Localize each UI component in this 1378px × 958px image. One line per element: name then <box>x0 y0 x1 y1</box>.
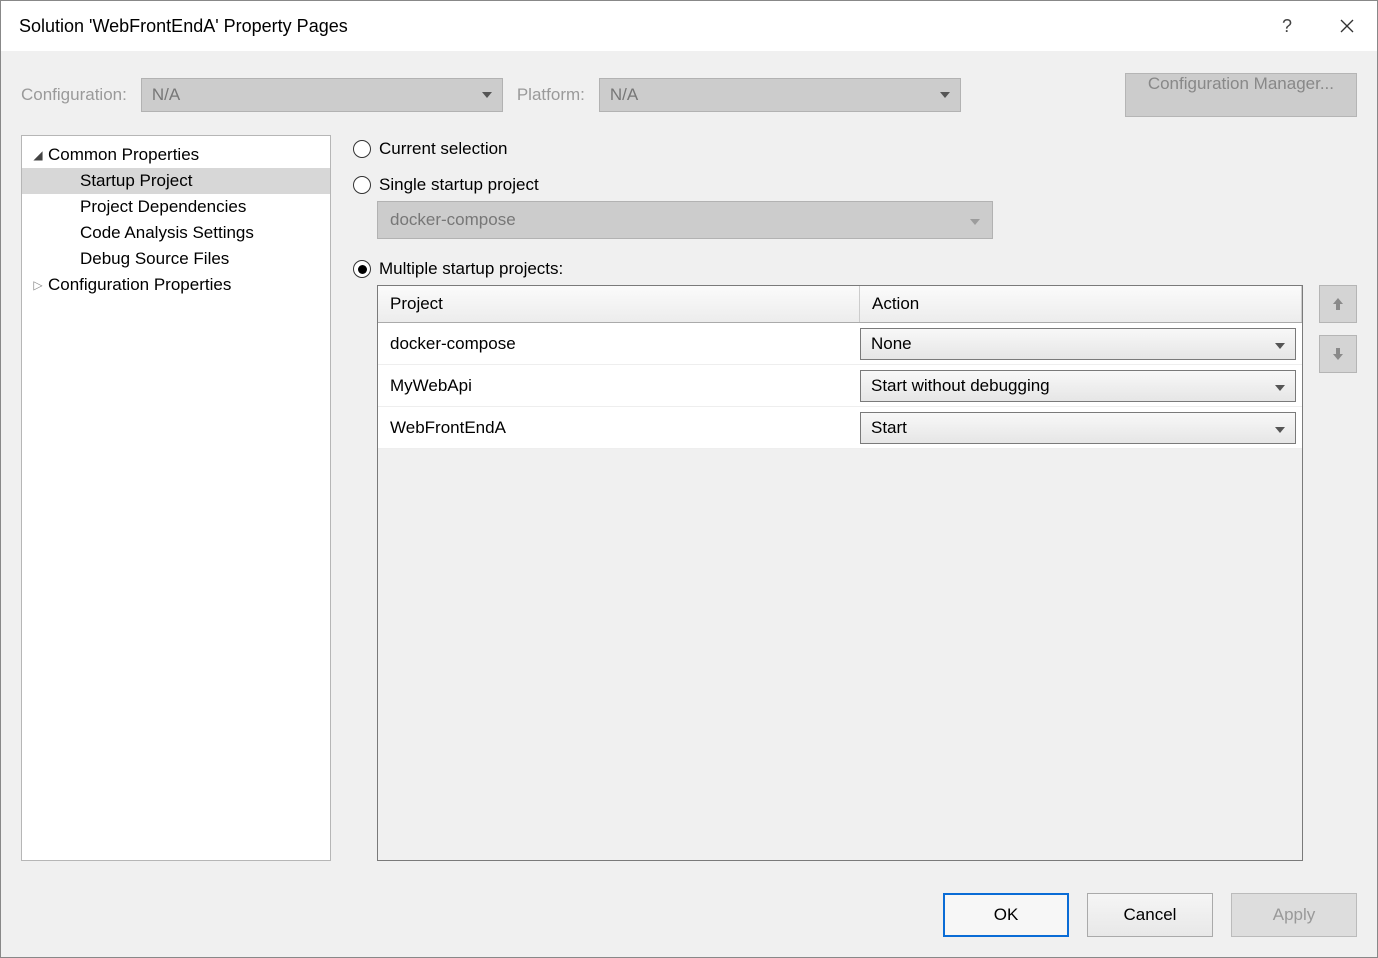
grid-body: docker-compose None MyWebApi <box>378 323 1302 449</box>
tree-label: Configuration Properties <box>48 275 231 295</box>
chevron-down-icon <box>1275 418 1285 438</box>
radio-multiple-startup[interactable]: Multiple startup projects: <box>353 259 1357 279</box>
action-value: Start <box>871 418 907 438</box>
move-down-button[interactable] <box>1319 335 1357 373</box>
platform-label: Platform: <box>517 85 585 105</box>
tree-label: Project Dependencies <box>80 197 246 217</box>
cell-project: WebFrontEndA <box>378 418 860 438</box>
config-row: Configuration: N/A Platform: N/A Configu… <box>1 51 1377 135</box>
window-title: Solution 'WebFrontEndA' Property Pages <box>19 16 1257 37</box>
grid-row[interactable]: docker-compose None <box>378 323 1302 365</box>
tree-startup-project[interactable]: Startup Project <box>22 168 330 194</box>
tree-label: Startup Project <box>80 171 192 191</box>
radio-icon[interactable] <box>353 260 371 278</box>
configuration-label: Configuration: <box>21 85 127 105</box>
move-up-button[interactable] <box>1319 285 1357 323</box>
tree-label: Common Properties <box>48 145 199 165</box>
chevron-down-icon <box>1275 334 1285 354</box>
tree-label: Code Analysis Settings <box>80 223 254 243</box>
main-row: ◢ Common Properties Startup Project Proj… <box>1 135 1377 881</box>
expand-collapse-icon[interactable]: ◢ <box>30 148 46 162</box>
action-select[interactable]: Start <box>860 412 1296 444</box>
cancel-button[interactable]: Cancel <box>1087 893 1213 937</box>
radio-label: Multiple startup projects: <box>379 259 563 279</box>
radio-current-selection[interactable]: Current selection <box>353 139 1357 159</box>
cell-project: docker-compose <box>378 334 860 354</box>
multiple-startup-area: Project Action docker-compose None <box>377 285 1357 861</box>
tree-common-properties[interactable]: ◢ Common Properties <box>22 142 330 168</box>
category-tree[interactable]: ◢ Common Properties Startup Project Proj… <box>21 135 331 861</box>
configuration-value: N/A <box>152 85 180 105</box>
chevron-down-icon <box>482 89 492 101</box>
grid-row[interactable]: WebFrontEndA Start <box>378 407 1302 449</box>
startup-project-pane: Current selection Single startup project… <box>353 135 1357 861</box>
apply-button: Apply <box>1231 893 1357 937</box>
cell-project: MyWebApi <box>378 376 860 396</box>
help-icon[interactable]: ? <box>1257 1 1317 51</box>
platform-combo: N/A <box>599 78 961 112</box>
action-value: Start without debugging <box>871 376 1050 396</box>
chevron-down-icon <box>970 210 980 230</box>
expand-collapse-icon[interactable]: ▷ <box>30 278 46 292</box>
configuration-combo: N/A <box>141 78 503 112</box>
single-startup-combo: docker-compose <box>377 201 993 239</box>
configuration-manager-button: Configuration Manager... <box>1125 73 1357 117</box>
header-action[interactable]: Action <box>860 286 1302 322</box>
tree-project-dependencies[interactable]: Project Dependencies <box>22 194 330 220</box>
single-startup-value: docker-compose <box>390 210 516 230</box>
header-project[interactable]: Project <box>378 286 860 322</box>
chevron-down-icon <box>940 89 950 101</box>
action-select[interactable]: None <box>860 328 1296 360</box>
action-select[interactable]: Start without debugging <box>860 370 1296 402</box>
tree-debug-source-files[interactable]: Debug Source Files <box>22 246 330 272</box>
radio-label: Current selection <box>379 139 508 159</box>
reorder-buttons <box>1319 285 1357 861</box>
grid-header: Project Action <box>378 286 1302 323</box>
radio-label: Single startup project <box>379 175 539 195</box>
startup-grid[interactable]: Project Action docker-compose None <box>377 285 1303 861</box>
radio-icon[interactable] <box>353 140 371 158</box>
grid-row[interactable]: MyWebApi Start without debugging <box>378 365 1302 407</box>
action-value: None <box>871 334 912 354</box>
close-icon[interactable] <box>1317 1 1377 51</box>
platform-value: N/A <box>610 85 638 105</box>
tree-label: Debug Source Files <box>80 249 229 269</box>
radio-single-startup[interactable]: Single startup project <box>353 175 1357 195</box>
tree-code-analysis-settings[interactable]: Code Analysis Settings <box>22 220 330 246</box>
ok-button[interactable]: OK <box>943 893 1069 937</box>
titlebar: Solution 'WebFrontEndA' Property Pages ? <box>1 1 1377 51</box>
dialog-footer: OK Cancel Apply <box>1 881 1377 957</box>
tree-configuration-properties[interactable]: ▷ Configuration Properties <box>22 272 330 298</box>
dialog-body: Configuration: N/A Platform: N/A Configu… <box>1 51 1377 957</box>
radio-icon[interactable] <box>353 176 371 194</box>
chevron-down-icon <box>1275 376 1285 396</box>
